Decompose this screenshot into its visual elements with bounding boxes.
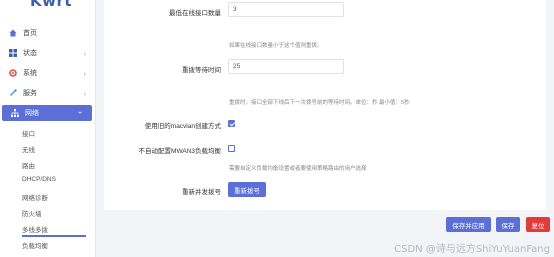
old-macvlan-label: 使用旧的macvlan创建方式 [144, 123, 221, 130]
save-button[interactable]: 保存 [496, 217, 520, 232]
sidebar-item-label: 网络 [25, 110, 39, 117]
sidebar-item-label: 首页 [23, 30, 37, 37]
watermark: CSDN @诗与远方ShiYuYuanFang [394, 244, 550, 255]
redial-wait-hint: 重拨时，接口全部下线后下一次拨号前的等待时间。单位：秒 最小值：5秒 [229, 100, 410, 106]
sidebar-subitem-multiwan[interactable]: 多线多拨 [22, 224, 48, 234]
sidebar-item-label: 状态 [23, 50, 37, 57]
chevron-right-icon: › [83, 89, 86, 98]
status-icon [8, 48, 18, 58]
no-mwan3-label: 不自动配置MWAN3负载均衡 [138, 148, 221, 155]
sidebar: Kwrt 首页 状态 › 系统 › 服务 › 网络 › 接口 无线 路由 DHC… [0, 0, 96, 257]
sidebar-item-status[interactable]: 状态 › [0, 45, 96, 61]
sidebar-item-service[interactable]: 服务 › [0, 85, 96, 101]
min-iface-label: 最低在线接口数量 [169, 10, 221, 17]
min-iface-input[interactable]: 3 [228, 2, 344, 17]
sidebar-subitem-routes[interactable]: 路由 [22, 160, 35, 170]
home-icon [8, 28, 18, 38]
no-mwan3-hint: 需要自定义负载均衡设置或者要使用策略路由的用户选择 [229, 166, 367, 172]
network-icon [10, 108, 20, 118]
old-macvlan-checkbox[interactable] [228, 120, 235, 127]
sidebar-item-network[interactable]: 网络 › [2, 105, 92, 121]
active-indicator [22, 235, 86, 237]
system-icon [8, 68, 18, 78]
sidebar-item-home[interactable]: 首页 [0, 25, 96, 41]
chevron-right-icon: › [83, 69, 86, 78]
sidebar-subitem-dhcp-dns[interactable]: DHCP/DNS [22, 176, 56, 183]
sidebar-subitem-interfaces[interactable]: 接口 [22, 128, 35, 138]
redial-wait-label: 重拨等待时间 [182, 67, 221, 74]
sidebar-subitem-load-balance[interactable]: 负载均衡 [22, 240, 48, 250]
sidebar-subitem-firewall[interactable]: 防火墙 [22, 208, 42, 218]
sidebar-subitem-wireless[interactable]: 无线 [22, 144, 35, 154]
chevron-down-icon: › [76, 111, 86, 114]
sidebar-subitem-diagnostics[interactable]: 网络诊断 [22, 192, 48, 202]
redial-button[interactable]: 重新拨号 [228, 182, 266, 197]
save-apply-button[interactable]: 保存并应用 [446, 217, 491, 232]
sidebar-item-system[interactable]: 系统 › [0, 65, 96, 81]
sidebar-item-label: 服务 [23, 90, 37, 97]
redial-wait-input[interactable]: 25 [228, 59, 344, 74]
chevron-right-icon: › [83, 49, 86, 58]
min-iface-hint: 如果在线接口数量小于这个值则重拨。 [229, 43, 323, 49]
brand-logo: Kwrt [30, 0, 73, 10]
redial-label: 重新并发拨号 [182, 189, 221, 196]
sidebar-item-label: 系统 [23, 70, 37, 77]
no-mwan3-checkbox[interactable] [228, 145, 235, 152]
service-icon [8, 88, 18, 98]
reset-button[interactable]: 复位 [526, 217, 550, 232]
